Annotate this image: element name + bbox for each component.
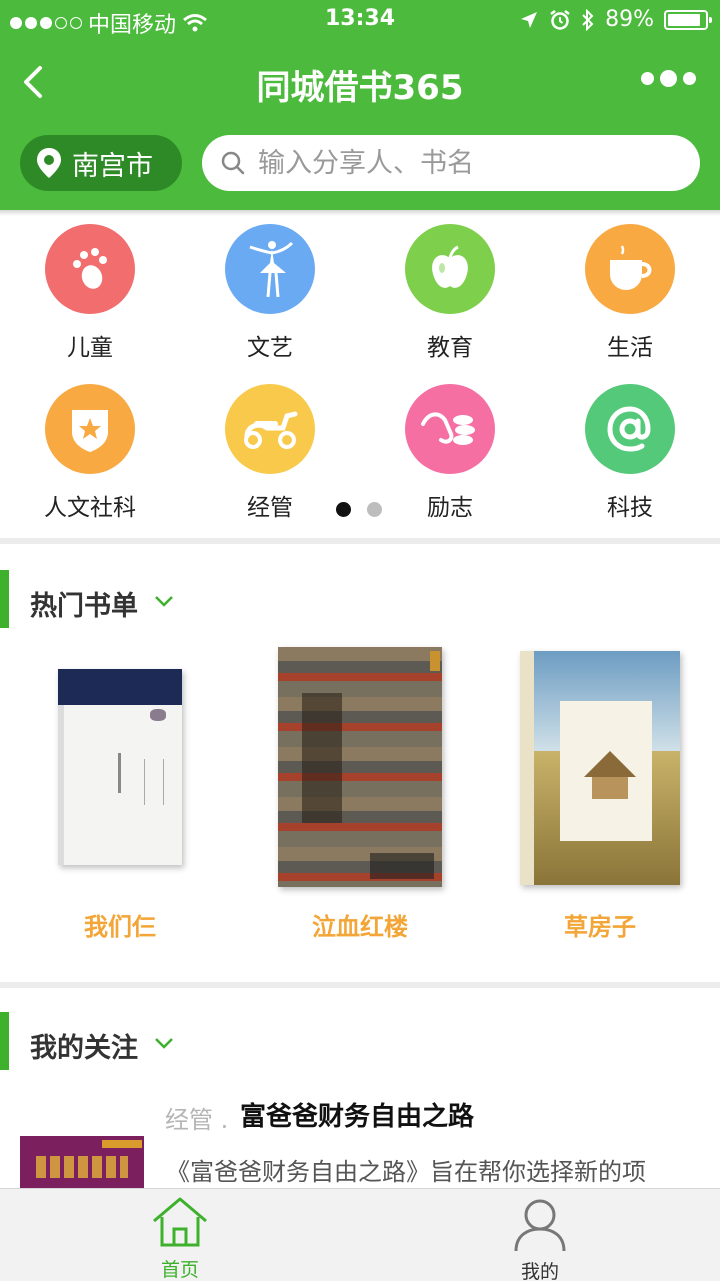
- category-item-business[interactable]: 经管: [180, 384, 360, 522]
- book-cover: [58, 669, 182, 865]
- search-box[interactable]: [202, 135, 700, 191]
- tab-label: 首页: [160, 1259, 199, 1281]
- dancer-icon: [225, 224, 315, 314]
- book-title: 草房子: [564, 913, 636, 941]
- page-indicator: [336, 502, 382, 517]
- hot-list-header[interactable]: 热门书单: [0, 570, 720, 630]
- tab-bar: 首页 我的: [0, 1188, 720, 1284]
- city-selector-button[interactable]: 南宫市: [20, 135, 182, 191]
- apple-icon: [405, 224, 495, 314]
- category-label: 儿童: [67, 335, 113, 361]
- book-cover: [520, 651, 680, 885]
- category-label: 经管: [247, 495, 293, 521]
- category-label: 人文社科: [44, 495, 136, 521]
- tab-mine[interactable]: 我的: [480, 1195, 600, 1284]
- section-divider: [0, 538, 720, 544]
- section-accent-bar: [0, 1012, 9, 1070]
- category-item-humanities[interactable]: 人文社科: [0, 384, 180, 522]
- location-arrow-icon: [521, 11, 538, 28]
- cup-icon: [585, 224, 675, 314]
- search-icon: [221, 151, 245, 175]
- category-item-education[interactable]: 教育: [360, 224, 540, 362]
- alarm-icon: [550, 9, 570, 30]
- book-cover: [278, 647, 442, 887]
- category-label: 文艺: [247, 335, 293, 361]
- search-input[interactable]: [256, 146, 680, 180]
- search-row: 南宫市: [0, 124, 720, 210]
- category-item-inspiration[interactable]: 励志: [360, 384, 540, 522]
- item-title: 富爸爸财务自由之路: [240, 1102, 475, 1132]
- location-pin-icon: [37, 148, 61, 178]
- category-grid: 儿童 文艺 教育 生活 人文社科 经管 励志 科技: [0, 216, 720, 538]
- item-description: 《富爸爸财务自由之路》旨在帮你选择新的项: [166, 1158, 646, 1186]
- list-item[interactable]: 经管 . 富爸爸财务自由之路 《富爸爸财务自由之路》旨在帮你选择新的项: [0, 1090, 720, 1190]
- section-title: 我的关注: [30, 1033, 138, 1064]
- section-title: 热门书单: [30, 591, 138, 622]
- category-item-children[interactable]: 儿童: [0, 224, 180, 362]
- bluetooth-icon: [582, 8, 594, 31]
- book-title: 泣血红楼: [312, 913, 408, 941]
- home-icon: [153, 1197, 207, 1247]
- tab-home[interactable]: 首页: [120, 1195, 240, 1282]
- page-title: 同城借书365: [256, 68, 464, 108]
- scooter-icon: [225, 384, 315, 474]
- section-accent-bar: [0, 570, 9, 628]
- chevron-down-icon: [155, 596, 173, 607]
- item-category: 经管 .: [165, 1106, 229, 1134]
- category-label: 励志: [427, 495, 473, 521]
- at-icon: [585, 384, 675, 474]
- category-item-arts[interactable]: 文艺: [180, 224, 360, 362]
- category-item-life[interactable]: 生活: [540, 224, 720, 362]
- chevron-down-icon: [155, 1038, 173, 1049]
- category-label: 科技: [607, 495, 653, 521]
- coins-icon: [405, 384, 495, 474]
- city-name: 南宫市: [72, 150, 153, 182]
- section-divider: [0, 982, 720, 988]
- category-item-technology[interactable]: 科技: [540, 384, 720, 522]
- paw-icon: [45, 224, 135, 314]
- book-thumbnail: [20, 1136, 144, 1190]
- battery-percent: 89%: [605, 7, 654, 32]
- category-label: 生活: [607, 335, 653, 361]
- hot-book-list: 我们仨 泣血红楼 草房子: [0, 645, 720, 945]
- battery-icon: [664, 9, 712, 30]
- following-header[interactable]: 我的关注: [0, 1012, 720, 1072]
- category-label: 教育: [427, 335, 473, 361]
- user-icon: [514, 1199, 566, 1252]
- shield-star-icon: [45, 384, 135, 474]
- page-dot-2[interactable]: [367, 502, 382, 517]
- page-dot-1[interactable]: [336, 502, 351, 517]
- status-bar: 中国移动 13:34 89%: [0, 0, 720, 40]
- more-menu-icon[interactable]: [641, 70, 696, 87]
- navigation-bar: 同城借书365: [0, 40, 720, 124]
- book-title: 我们仨: [84, 913, 156, 941]
